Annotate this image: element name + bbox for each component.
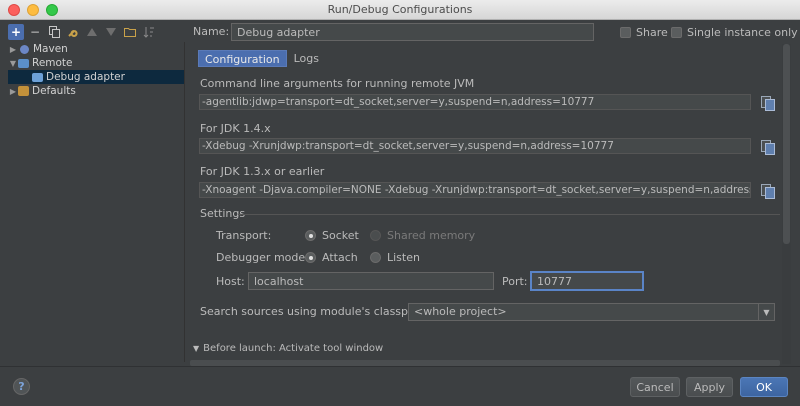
tree-item-maven[interactable]: ▶ Maven xyxy=(8,42,184,56)
sort-icon xyxy=(143,27,154,38)
config-tree: ▶ Maven ▼ Remote Debug adapter ▶ Default… xyxy=(8,42,185,362)
single-instance-label: Single instance only xyxy=(687,26,798,39)
port-label: Port: xyxy=(502,275,528,288)
copy-jdk13-args-button[interactable] xyxy=(760,183,775,199)
remote-config-icon xyxy=(32,72,43,82)
jdk13-label: For JDK 1.3.x or earlier xyxy=(200,165,325,178)
cmd-line-args-label: Command line arguments for running remot… xyxy=(200,77,475,90)
before-launch-section[interactable]: ▼ Before launch: Activate tool window xyxy=(193,343,383,354)
port-input[interactable] xyxy=(530,271,644,291)
transport-socket-radio[interactable]: Socket xyxy=(305,229,359,242)
ok-button[interactable]: OK xyxy=(740,377,788,397)
single-instance-checkbox-box[interactable] xyxy=(671,27,682,38)
classpath-selected-value: <whole project> xyxy=(414,305,507,318)
classpath-label: Search sources using module's classpath: xyxy=(200,305,430,318)
debugger-mode-label: Debugger mode: xyxy=(216,251,309,264)
collapse-triangle-icon[interactable]: ▼ xyxy=(193,344,199,353)
host-input[interactable] xyxy=(248,272,494,290)
tree-item-label: Debug adapter xyxy=(46,71,125,83)
window-titlebar: Run/Debug Configurations xyxy=(0,0,800,20)
add-config-button[interactable]: + xyxy=(8,24,24,40)
sort-configs-button[interactable] xyxy=(141,24,157,40)
config-tabs: Configuration Logs xyxy=(198,50,325,67)
expand-arrow-icon[interactable]: ▶ xyxy=(8,87,18,96)
copy-config-button[interactable] xyxy=(46,24,62,40)
create-folder-button[interactable] xyxy=(122,24,138,40)
tree-item-debug-adapter[interactable]: Debug adapter xyxy=(8,70,184,84)
host-label: Host: xyxy=(216,275,245,288)
copy-icon xyxy=(48,26,60,38)
copy-cmd-args-button[interactable] xyxy=(760,95,775,111)
radio-button[interactable] xyxy=(370,252,381,263)
cmd-line-args-field[interactable]: -agentlib:jdwp=transport=dt_socket,serve… xyxy=(199,94,751,110)
config-toolbar: + − xyxy=(8,24,157,40)
classpath-module-select[interactable]: <whole project> ▼ xyxy=(408,303,775,321)
expand-arrow-icon[interactable]: ▶ xyxy=(8,45,18,54)
remote-icon xyxy=(18,58,29,68)
apply-button[interactable]: Apply xyxy=(686,377,733,397)
defaults-icon xyxy=(18,86,29,96)
mode-attach-radio[interactable]: Attach xyxy=(305,251,358,264)
tree-item-label: Maven xyxy=(33,43,68,55)
minimize-window-button[interactable] xyxy=(27,4,39,16)
wrench-icon xyxy=(68,30,78,37)
share-label: Share xyxy=(636,26,668,39)
mode-listen-radio[interactable]: Listen xyxy=(370,251,420,264)
move-down-button[interactable] xyxy=(103,24,119,40)
window-controls xyxy=(8,4,58,16)
single-instance-checkbox[interactable]: Single instance only xyxy=(671,26,798,39)
radio-button[interactable] xyxy=(305,252,316,263)
transport-shared-memory-radio: Shared memory xyxy=(370,229,475,242)
move-up-button[interactable] xyxy=(84,24,100,40)
name-label: Name: xyxy=(193,25,230,38)
jdk14-args-field[interactable]: -Xdebug -Xrunjdwp:transport=dt_socket,se… xyxy=(199,138,751,154)
jdk13-args-field[interactable]: -Xnoagent -Djava.compiler=NONE -Xdebug -… xyxy=(199,182,751,198)
arrow-up-icon xyxy=(87,28,97,36)
share-checkbox[interactable]: Share xyxy=(620,26,668,39)
tab-configuration[interactable]: Configuration xyxy=(198,50,287,67)
folder-icon xyxy=(124,28,136,37)
arrow-down-icon xyxy=(106,28,116,36)
radio-label: Socket xyxy=(322,229,359,242)
radio-label: Attach xyxy=(322,251,358,264)
tree-item-label: Defaults xyxy=(32,85,76,97)
before-launch-label: Before launch: Activate tool window xyxy=(203,343,384,354)
copy-jdk14-args-button[interactable] xyxy=(760,139,775,155)
collapse-arrow-icon[interactable]: ▼ xyxy=(8,59,18,68)
tab-logs[interactable]: Logs xyxy=(288,50,325,67)
maximize-window-button[interactable] xyxy=(46,4,58,16)
tree-item-label: Remote xyxy=(32,57,73,69)
share-checkbox-box[interactable] xyxy=(620,27,631,38)
window-title: Run/Debug Configurations xyxy=(327,3,473,16)
close-window-button[interactable] xyxy=(8,4,20,16)
chevron-down-icon[interactable]: ▼ xyxy=(758,304,774,320)
transport-label: Transport: xyxy=(216,229,272,242)
bottom-divider xyxy=(0,366,800,367)
vertical-scrollbar-thumb[interactable] xyxy=(783,44,790,244)
config-name-input[interactable] xyxy=(231,23,594,41)
tree-item-defaults[interactable]: ▶ Defaults xyxy=(8,84,184,98)
maven-icon xyxy=(20,44,29,54)
tree-item-remote[interactable]: ▼ Remote xyxy=(8,56,184,70)
help-button[interactable]: ? xyxy=(13,378,30,395)
settings-divider xyxy=(238,214,780,215)
remove-config-button[interactable]: − xyxy=(27,24,43,40)
radio-label: Listen xyxy=(387,251,420,264)
radio-button xyxy=(370,230,381,241)
radio-label: Shared memory xyxy=(387,229,476,242)
radio-button[interactable] xyxy=(305,230,316,241)
edit-defaults-button[interactable] xyxy=(65,24,81,40)
jdk14-label: For JDK 1.4.x xyxy=(200,122,271,135)
cancel-button[interactable]: Cancel xyxy=(630,377,680,397)
